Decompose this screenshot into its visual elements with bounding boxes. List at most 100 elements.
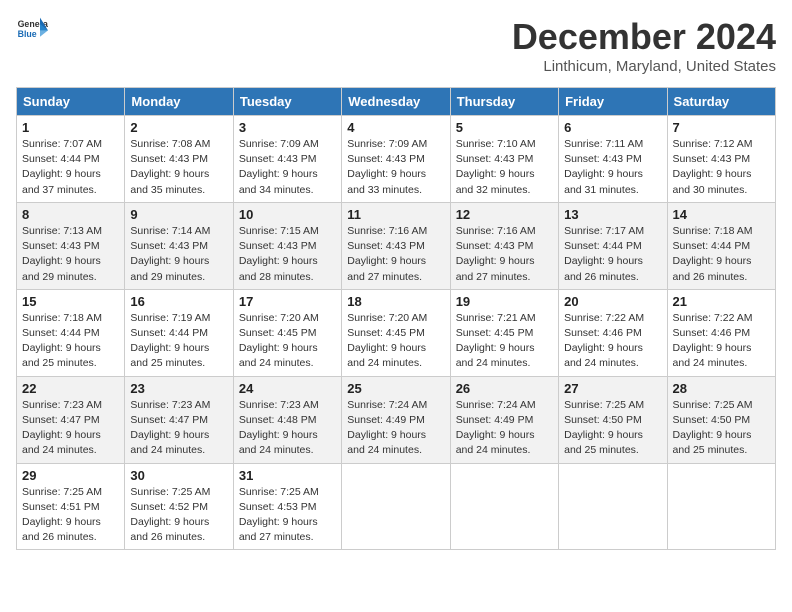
day-detail: Sunrise: 7:24 AMSunset: 4:49 PMDaylight:…	[456, 398, 553, 459]
calendar-cell: 29 Sunrise: 7:25 AMSunset: 4:51 PMDayligh…	[17, 463, 125, 550]
day-number: 28	[673, 381, 770, 396]
day-detail: Sunrise: 7:24 AMSunset: 4:49 PMDaylight:…	[347, 398, 444, 459]
day-number: 13	[564, 207, 661, 222]
calendar-cell: 4 Sunrise: 7:09 AMSunset: 4:43 PMDaylight…	[342, 116, 450, 203]
day-number: 21	[673, 294, 770, 309]
day-detail: Sunrise: 7:18 AMSunset: 4:44 PMDaylight:…	[673, 224, 770, 285]
day-detail: Sunrise: 7:07 AMSunset: 4:44 PMDaylight:…	[22, 137, 119, 198]
day-detail: Sunrise: 7:20 AMSunset: 4:45 PMDaylight:…	[239, 311, 336, 372]
day-number: 5	[456, 120, 553, 135]
day-detail: Sunrise: 7:16 AMSunset: 4:43 PMDaylight:…	[456, 224, 553, 285]
header: General Blue December 2024 Linthicum, Ma…	[16, 16, 776, 75]
day-number: 4	[347, 120, 444, 135]
calendar-cell: 7 Sunrise: 7:12 AMSunset: 4:43 PMDaylight…	[667, 116, 775, 203]
day-detail: Sunrise: 7:25 AMSunset: 4:51 PMDaylight:…	[22, 485, 119, 546]
calendar-cell: 5 Sunrise: 7:10 AMSunset: 4:43 PMDaylight…	[450, 116, 558, 203]
day-number: 9	[130, 207, 227, 222]
day-number: 11	[347, 207, 444, 222]
day-detail: Sunrise: 7:09 AMSunset: 4:43 PMDaylight:…	[347, 137, 444, 198]
day-detail: Sunrise: 7:17 AMSunset: 4:44 PMDaylight:…	[564, 224, 661, 285]
day-number: 1	[22, 120, 119, 135]
day-detail: Sunrise: 7:25 AMSunset: 4:52 PMDaylight:…	[130, 485, 227, 546]
calendar-cell: 11 Sunrise: 7:16 AMSunset: 4:43 PMDayligh…	[342, 202, 450, 289]
day-number: 22	[22, 381, 119, 396]
week-row-2: 8Sunrise: 7:13 AMSunset: 4:43 PMDaylight…	[17, 202, 776, 289]
calendar-cell: 6 Sunrise: 7:11 AMSunset: 4:43 PMDaylight…	[559, 116, 667, 203]
calendar-cell: 9 Sunrise: 7:14 AMSunset: 4:43 PMDaylight…	[125, 202, 233, 289]
day-number: 2	[130, 120, 227, 135]
calendar-cell	[667, 463, 775, 550]
day-number: 25	[347, 381, 444, 396]
day-number: 29	[22, 468, 119, 483]
calendar-cell: 24Sunrise: 7:23 AMSunset: 4:48 PMDayligh…	[233, 376, 341, 463]
location: Linthicum, Maryland, United States	[512, 58, 776, 75]
day-number: 18	[347, 294, 444, 309]
calendar-cell: 25 Sunrise: 7:24 AMSunset: 4:49 PMDayligh…	[342, 376, 450, 463]
day-number: 27	[564, 381, 661, 396]
calendar-cell: 28Sunrise: 7:25 AMSunset: 4:50 PMDayligh…	[667, 376, 775, 463]
week-row-5: 29 Sunrise: 7:25 AMSunset: 4:51 PMDayligh…	[17, 463, 776, 550]
day-detail: Sunrise: 7:18 AMSunset: 4:44 PMDaylight:…	[22, 311, 119, 372]
day-detail: Sunrise: 7:20 AMSunset: 4:45 PMDaylight:…	[347, 311, 444, 372]
day-detail: Sunrise: 7:16 AMSunset: 4:43 PMDaylight:…	[347, 224, 444, 285]
day-number: 26	[456, 381, 553, 396]
day-number: 3	[239, 120, 336, 135]
weekday-header-monday: Monday	[125, 88, 233, 116]
calendar-cell	[450, 463, 558, 550]
day-number: 31	[239, 468, 336, 483]
logo-icon: General Blue	[16, 16, 48, 44]
day-detail: Sunrise: 7:08 AMSunset: 4:43 PMDaylight:…	[130, 137, 227, 198]
day-number: 23	[130, 381, 227, 396]
calendar-cell: 31Sunrise: 7:25 AMSunset: 4:53 PMDayligh…	[233, 463, 341, 550]
day-detail: Sunrise: 7:11 AMSunset: 4:43 PMDaylight:…	[564, 137, 661, 198]
logo: General Blue	[16, 16, 48, 44]
day-detail: Sunrise: 7:25 AMSunset: 4:50 PMDaylight:…	[564, 398, 661, 459]
calendar-cell: 30 Sunrise: 7:25 AMSunset: 4:52 PMDayligh…	[125, 463, 233, 550]
day-detail: Sunrise: 7:19 AMSunset: 4:44 PMDaylight:…	[130, 311, 227, 372]
calendar-cell: 22 Sunrise: 7:23 AMSunset: 4:47 PMDayligh…	[17, 376, 125, 463]
day-detail: Sunrise: 7:10 AMSunset: 4:43 PMDaylight:…	[456, 137, 553, 198]
weekday-header-row: SundayMondayTuesdayWednesdayThursdayFrid…	[17, 88, 776, 116]
day-number: 19	[456, 294, 553, 309]
day-detail: Sunrise: 7:22 AMSunset: 4:46 PMDaylight:…	[673, 311, 770, 372]
day-number: 6	[564, 120, 661, 135]
calendar-table: SundayMondayTuesdayWednesdayThursdayFrid…	[16, 87, 776, 550]
calendar-cell: 18 Sunrise: 7:20 AMSunset: 4:45 PMDayligh…	[342, 289, 450, 376]
calendar-cell: 26 Sunrise: 7:24 AMSunset: 4:49 PMDayligh…	[450, 376, 558, 463]
day-detail: Sunrise: 7:23 AMSunset: 4:47 PMDaylight:…	[130, 398, 227, 459]
day-number: 20	[564, 294, 661, 309]
calendar-cell: 20 Sunrise: 7:22 AMSunset: 4:46 PMDayligh…	[559, 289, 667, 376]
day-detail: Sunrise: 7:12 AMSunset: 4:43 PMDaylight:…	[673, 137, 770, 198]
calendar-cell: 10 Sunrise: 7:15 AMSunset: 4:43 PMDayligh…	[233, 202, 341, 289]
week-row-4: 22 Sunrise: 7:23 AMSunset: 4:47 PMDayligh…	[17, 376, 776, 463]
weekday-header-sunday: Sunday	[17, 88, 125, 116]
month-title: December 2024	[512, 16, 776, 58]
day-detail: Sunrise: 7:15 AMSunset: 4:43 PMDaylight:…	[239, 224, 336, 285]
calendar-cell: 13 Sunrise: 7:17 AMSunset: 4:44 PMDayligh…	[559, 202, 667, 289]
day-number: 10	[239, 207, 336, 222]
day-detail: Sunrise: 7:21 AMSunset: 4:45 PMDaylight:…	[456, 311, 553, 372]
calendar-cell	[342, 463, 450, 550]
calendar-cell: 15Sunrise: 7:18 AMSunset: 4:44 PMDayligh…	[17, 289, 125, 376]
calendar-cell: 1 Sunrise: 7:07 AMSunset: 4:44 PMDaylight…	[17, 116, 125, 203]
calendar-cell: 19 Sunrise: 7:21 AMSunset: 4:45 PMDayligh…	[450, 289, 558, 376]
calendar-cell: 17 Sunrise: 7:20 AMSunset: 4:45 PMDayligh…	[233, 289, 341, 376]
day-number: 16	[130, 294, 227, 309]
calendar-cell: 8Sunrise: 7:13 AMSunset: 4:43 PMDaylight…	[17, 202, 125, 289]
title-area: December 2024 Linthicum, Maryland, Unite…	[512, 16, 776, 75]
weekday-header-saturday: Saturday	[667, 88, 775, 116]
calendar-cell: 27 Sunrise: 7:25 AMSunset: 4:50 PMDayligh…	[559, 376, 667, 463]
weekday-header-wednesday: Wednesday	[342, 88, 450, 116]
day-number: 17	[239, 294, 336, 309]
day-number: 7	[673, 120, 770, 135]
weekday-header-thursday: Thursday	[450, 88, 558, 116]
day-detail: Sunrise: 7:09 AMSunset: 4:43 PMDaylight:…	[239, 137, 336, 198]
calendar-cell: 14Sunrise: 7:18 AMSunset: 4:44 PMDayligh…	[667, 202, 775, 289]
day-detail: Sunrise: 7:14 AMSunset: 4:43 PMDaylight:…	[130, 224, 227, 285]
weekday-header-tuesday: Tuesday	[233, 88, 341, 116]
day-number: 30	[130, 468, 227, 483]
calendar-cell: 12Sunrise: 7:16 AMSunset: 4:43 PMDayligh…	[450, 202, 558, 289]
day-detail: Sunrise: 7:23 AMSunset: 4:47 PMDaylight:…	[22, 398, 119, 459]
calendar-cell: 16 Sunrise: 7:19 AMSunset: 4:44 PMDayligh…	[125, 289, 233, 376]
day-detail: Sunrise: 7:22 AMSunset: 4:46 PMDaylight:…	[564, 311, 661, 372]
